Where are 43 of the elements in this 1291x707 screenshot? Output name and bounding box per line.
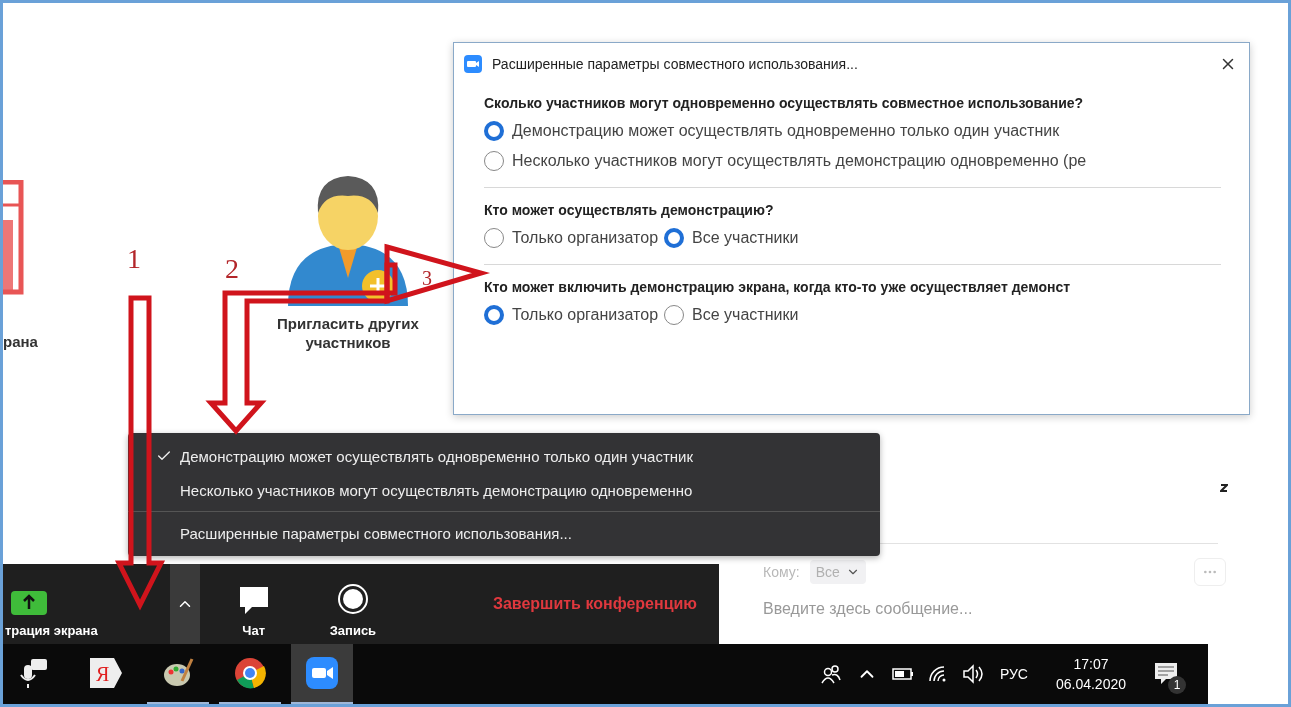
invite-participants-label: Пригласить других участников bbox=[276, 314, 420, 352]
microphone-chat-icon bbox=[19, 657, 49, 689]
radio-option[interactable]: Только организатор bbox=[484, 228, 659, 248]
menu-item[interactable]: Несколько участников могут осуществлять демонстрацию одновременно bbox=[128, 473, 880, 507]
video-camera-icon bbox=[306, 657, 338, 689]
annotation-number: 1 bbox=[127, 243, 141, 274]
radio-option[interactable]: Только организатор bbox=[484, 305, 659, 325]
end-meeting-button[interactable]: Завершить конференцию bbox=[486, 564, 703, 644]
speech-bubble-icon bbox=[237, 585, 270, 615]
menu-item[interactable]: Расширенные параметры совместного использования... bbox=[128, 516, 880, 550]
chat-button[interactable]: Чат bbox=[227, 564, 280, 644]
share-screen-button[interactable]: трация экрана bbox=[3, 564, 108, 644]
record-circle-icon bbox=[336, 583, 369, 615]
video-camera-icon bbox=[464, 55, 482, 73]
taskbar-app-button[interactable] bbox=[291, 644, 353, 704]
message-input[interactable]: Введите здесь сообщение... bbox=[747, 600, 1228, 618]
dialog-title: Расширенные параметры совместного использования... bbox=[492, 56, 858, 72]
wifi-icon bbox=[927, 665, 948, 683]
annotation-number: 2 bbox=[225, 253, 239, 284]
clock-time: 17:07 bbox=[1073, 656, 1109, 672]
radio-option[interactable]: Демонстрацию может осуществлять одновременно только один участник bbox=[484, 121, 1221, 141]
chrome-icon bbox=[234, 657, 266, 689]
language-indicator[interactable]: РУС bbox=[999, 666, 1028, 682]
question-label: Сколько участников могут одновременно осуществлять совместное использование? bbox=[484, 95, 1085, 111]
browser-icon: Я bbox=[88, 656, 124, 690]
record-button[interactable]: Запись bbox=[319, 564, 387, 644]
palette-icon bbox=[162, 657, 194, 689]
glyph-icon bbox=[1220, 483, 1228, 493]
radio-option[interactable]: Все участники bbox=[664, 228, 799, 248]
battery-icon bbox=[891, 668, 914, 680]
people-icon bbox=[819, 663, 842, 685]
radio-option[interactable]: Все участники bbox=[664, 305, 799, 325]
clock-date: 06.04.2020 bbox=[1055, 676, 1126, 692]
menu-item[interactable]: Демонстрацию может осуществлять одновременно только один участник bbox=[128, 439, 880, 473]
notification-count: 1 bbox=[1168, 676, 1186, 694]
annotation-number: 3 bbox=[422, 267, 432, 289]
speaker-icon bbox=[961, 664, 986, 684]
share-screen-label: рана bbox=[3, 332, 38, 351]
radio-option[interactable]: Несколько участников могут осуществлять демонстрацию одновременно (ре bbox=[484, 151, 1221, 171]
recipient-label: Кому: bbox=[763, 564, 800, 580]
taskbar-app-button[interactable]: Я bbox=[75, 644, 137, 704]
question-label: Кто может осуществлять демонстрацию? bbox=[484, 202, 775, 218]
question-label: Кто может включить демонстрацию экрана, когда кто-то уже осуществляет демонст bbox=[484, 279, 1072, 295]
